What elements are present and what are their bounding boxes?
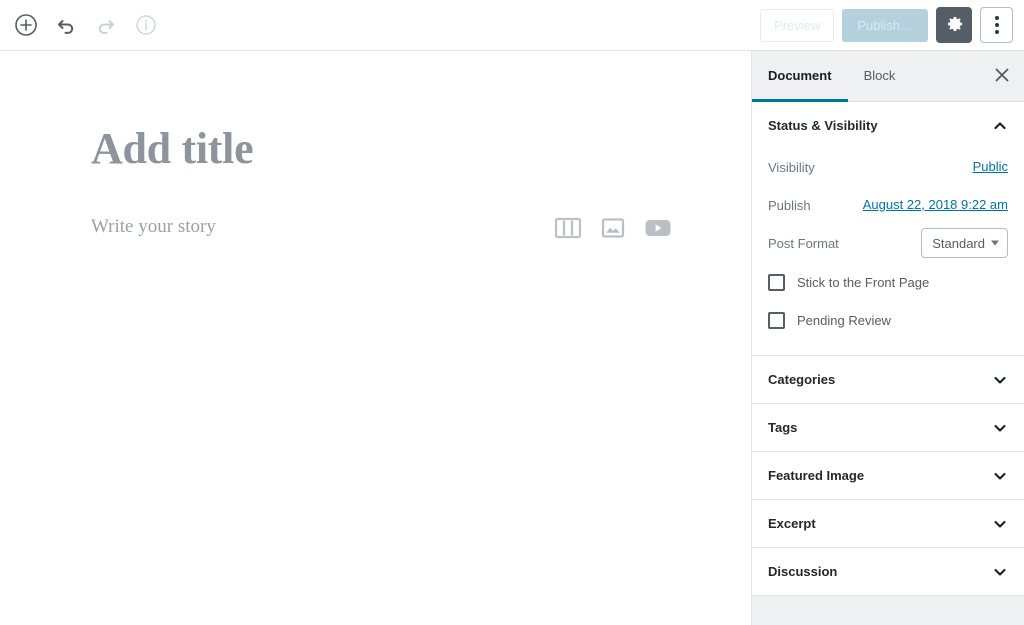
post-title-input[interactable]: Add title [91, 123, 254, 174]
panel-tags: Tags [752, 404, 1024, 452]
chevron-down-icon [991, 240, 999, 246]
visibility-label: Visibility [768, 159, 815, 175]
tab-block[interactable]: Block [848, 51, 912, 102]
panel-featured-image: Featured Image [752, 452, 1024, 500]
pending-review-label: Pending Review [797, 312, 891, 328]
panel-excerpt: Excerpt [752, 500, 1024, 548]
undo-icon[interactable] [51, 10, 81, 40]
publish-date-row: Publish August 22, 2018 9:22 am [768, 187, 1008, 223]
sidebar-tabbar: Document Block [752, 51, 1024, 102]
sticky-checkbox[interactable] [768, 273, 785, 291]
panel-title: Excerpt [768, 516, 816, 531]
image-block-button[interactable] [601, 216, 625, 243]
panel-status-visibility-body: Visibility Public Publish August 22, 201… [752, 149, 1024, 355]
settings-sidebar: Document Block Status & Visibility Visib… [752, 51, 1024, 625]
editor-header: Preview Publish… [0, 0, 1024, 51]
preview-button[interactable]: Preview [760, 8, 835, 42]
pending-review-checkbox[interactable] [768, 311, 785, 329]
chevron-down-icon [992, 420, 1008, 436]
editor-canvas: Add title Write your story [0, 51, 752, 625]
youtube-block-button[interactable] [645, 218, 671, 241]
post-format-select[interactable]: Standard [921, 228, 1008, 258]
info-icon[interactable] [131, 10, 161, 40]
panel-status-visibility-header[interactable]: Status & Visibility [752, 102, 1024, 149]
tab-document[interactable]: Document [752, 51, 848, 102]
sidebar-panels: Status & Visibility Visibility Public Pu… [752, 102, 1024, 625]
gutenberg-editor: Preview Publish… Add title Write your st… [0, 0, 1024, 625]
gear-icon [944, 14, 964, 37]
publish-date-button[interactable]: August 22, 2018 9:22 am [863, 197, 1008, 212]
chevron-down-icon [992, 564, 1008, 580]
close-sidebar-button[interactable] [980, 51, 1024, 101]
panel-excerpt-header[interactable]: Excerpt [752, 500, 1024, 547]
chevron-up-icon [992, 118, 1008, 134]
post-body-input[interactable]: Write your story [91, 216, 216, 238]
image-icon [601, 216, 625, 243]
chevron-down-icon [992, 516, 1008, 532]
add-block-icon[interactable] [11, 10, 41, 40]
more-options-button[interactable] [980, 7, 1013, 43]
header-right-actions: Preview Publish… [760, 7, 1024, 43]
columns-block-button[interactable] [554, 216, 582, 243]
panel-status-visibility: Status & Visibility Visibility Public Pu… [752, 102, 1024, 356]
panel-categories-header[interactable]: Categories [752, 356, 1024, 403]
publish-button[interactable]: Publish… [842, 8, 928, 42]
youtube-icon [645, 218, 671, 241]
panel-discussion-header[interactable]: Discussion [752, 548, 1024, 595]
close-icon [995, 68, 1009, 85]
kebab-menu-icon [994, 16, 999, 34]
sticky-label: Stick to the Front Page [797, 274, 930, 290]
panel-featured-image-header[interactable]: Featured Image [752, 452, 1024, 499]
header-left-tools [0, 10, 161, 40]
post-format-value: Standard [932, 235, 985, 251]
panel-title: Categories [768, 372, 836, 387]
settings-button[interactable] [936, 7, 972, 43]
panel-tags-header[interactable]: Tags [752, 404, 1024, 451]
panel-title: Status & Visibility [768, 118, 878, 133]
sticky-checkbox-row[interactable]: Stick to the Front Page [768, 263, 1008, 301]
pending-review-checkbox-row[interactable]: Pending Review [768, 301, 1008, 339]
panel-categories: Categories [752, 356, 1024, 404]
visibility-row: Visibility Public [768, 149, 1008, 185]
columns-icon [554, 216, 582, 243]
panel-title: Tags [768, 420, 798, 435]
redo-icon[interactable] [91, 10, 121, 40]
chevron-down-icon [992, 468, 1008, 484]
chevron-down-icon [992, 372, 1008, 388]
visibility-value-button[interactable]: Public [973, 159, 1008, 174]
publish-label: Publish [768, 197, 811, 213]
post-format-row: Post Format Standard [768, 225, 1008, 261]
panel-discussion: Discussion [752, 548, 1024, 596]
quick-block-inserter [554, 216, 671, 243]
panel-title: Featured Image [768, 468, 865, 483]
panel-title: Discussion [768, 564, 838, 579]
post-format-label: Post Format [768, 235, 839, 251]
